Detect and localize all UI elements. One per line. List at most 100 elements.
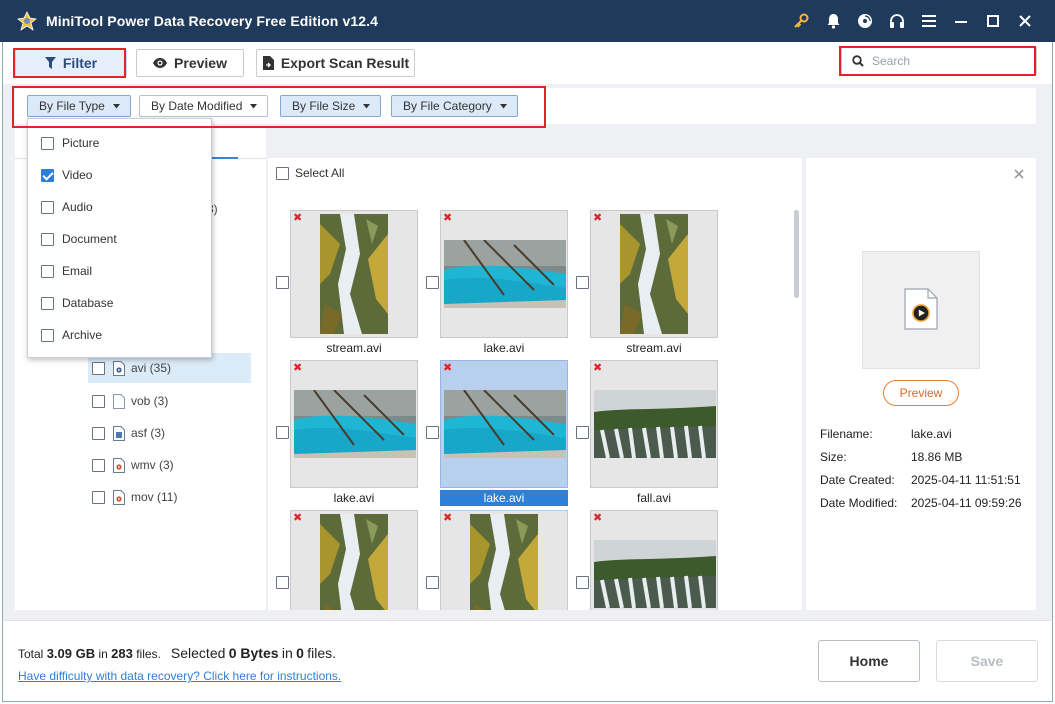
filter-by-file-size[interactable]: By File Size bbox=[280, 95, 382, 117]
file-thumbnail[interactable]: ✖ bbox=[268, 510, 418, 610]
file-checkbox[interactable] bbox=[426, 426, 439, 439]
thumbnail-frame[interactable]: ✖ bbox=[290, 510, 418, 610]
detail-value: 2025-04-11 09:59:26 bbox=[911, 496, 1022, 510]
tree-item-checkbox[interactable] bbox=[92, 490, 105, 504]
filter-by-file-type[interactable]: By File Type bbox=[27, 95, 131, 117]
key-icon[interactable] bbox=[785, 0, 817, 42]
tree-item-label: asf (3) bbox=[131, 426, 166, 440]
video-file-icon bbox=[113, 360, 125, 376]
file-checkbox[interactable] bbox=[576, 276, 589, 289]
export-scan-result-button[interactable]: Export Scan Result bbox=[256, 49, 415, 77]
maximize-icon[interactable] bbox=[977, 0, 1009, 42]
vertical-scrollbar[interactable] bbox=[794, 210, 799, 298]
file-checkbox[interactable] bbox=[426, 276, 439, 289]
preview-file-button[interactable]: Preview bbox=[883, 380, 959, 406]
tree-item-wmv[interactable]: wmv (3) bbox=[88, 450, 251, 480]
file-thumbnail[interactable]: ✖ lake.avi bbox=[418, 360, 568, 508]
thumbnail-image bbox=[444, 390, 566, 458]
thumbnail-frame[interactable]: ✖ bbox=[440, 360, 568, 488]
select-all[interactable]: Select All bbox=[276, 166, 344, 180]
selected-prefix: Selected bbox=[170, 645, 226, 661]
dropdown-item-picture[interactable]: Picture bbox=[41, 133, 99, 153]
filter-chip-label: By File Category bbox=[403, 99, 492, 113]
dropdown-checkbox[interactable] bbox=[41, 232, 54, 246]
filter-by-file-category[interactable]: By File Category bbox=[391, 95, 518, 117]
file-thumbnail[interactable]: ✖ stream.avi bbox=[568, 210, 718, 358]
thumbnail-frame[interactable]: ✖ bbox=[440, 210, 568, 338]
total-size: 3.09 GB bbox=[46, 646, 96, 661]
select-all-checkbox[interactable] bbox=[276, 166, 289, 180]
file-type-dropdown: Picture Video Audio Document Email Datab… bbox=[27, 118, 212, 358]
dropdown-checkbox[interactable] bbox=[41, 136, 54, 150]
menu-icon[interactable] bbox=[913, 0, 945, 42]
thumbnail-frame[interactable]: ✖ bbox=[440, 510, 568, 610]
file-name: fall.avi bbox=[636, 491, 671, 505]
headset-icon[interactable] bbox=[881, 0, 913, 42]
deleted-marker-icon: ✖ bbox=[443, 212, 453, 224]
thumbnail-grid: Select All ✖ stream.avi ✖ lake.avi ✖ stream.a… bbox=[268, 158, 802, 610]
search-box[interactable] bbox=[841, 47, 1037, 75]
file-name: lake.avi bbox=[333, 491, 375, 505]
thumbnail-frame[interactable]: ✖ bbox=[590, 210, 718, 338]
dropdown-item-document[interactable]: Document bbox=[41, 229, 117, 249]
file-thumbnail[interactable]: ✖ stream.avi bbox=[268, 210, 418, 358]
save-button[interactable]: Save bbox=[936, 640, 1038, 682]
dropdown-item-audio[interactable]: Audio bbox=[41, 197, 93, 217]
tree-item-checkbox[interactable] bbox=[92, 394, 105, 408]
preview-button[interactable]: Preview bbox=[136, 49, 244, 77]
thumbnail-image bbox=[594, 390, 716, 458]
dropdown-item-archive[interactable]: Archive bbox=[41, 325, 102, 345]
file-checkbox[interactable] bbox=[276, 576, 289, 589]
bell-icon[interactable] bbox=[817, 0, 849, 42]
tree-item-checkbox[interactable] bbox=[92, 458, 105, 472]
dropdown-checkbox[interactable] bbox=[41, 200, 54, 214]
file-thumbnail[interactable]: ✖ lake.avi bbox=[268, 360, 418, 508]
search-input[interactable] bbox=[872, 54, 1022, 68]
close-details-icon[interactable] bbox=[1014, 166, 1024, 182]
total-files: 283 bbox=[111, 646, 133, 661]
dropdown-item-database[interactable]: Database bbox=[41, 293, 113, 313]
tree-item-vob[interactable]: vob (3) bbox=[88, 386, 251, 416]
tree-item-label: mov (11) bbox=[131, 490, 178, 504]
files-word: files. bbox=[136, 647, 161, 661]
detail-key: Size: bbox=[820, 450, 847, 464]
thumbnail-image bbox=[320, 514, 388, 610]
disc-icon[interactable] bbox=[849, 0, 881, 42]
filter-chip-label: By File Size bbox=[292, 99, 356, 113]
thumbnail-frame[interactable]: ✖ bbox=[290, 210, 418, 338]
file-checkbox[interactable] bbox=[426, 576, 439, 589]
file-checkbox[interactable] bbox=[576, 576, 589, 589]
thumbnail-image bbox=[470, 514, 538, 610]
dropdown-item-email[interactable]: Email bbox=[41, 261, 92, 281]
tree-item-mov[interactable]: mov (11) bbox=[88, 482, 251, 512]
tree-item-checkbox[interactable] bbox=[92, 426, 105, 440]
minimize-icon[interactable] bbox=[945, 0, 977, 42]
file-thumbnail[interactable]: ✖ fall.avi bbox=[568, 360, 718, 508]
file-checkbox[interactable] bbox=[576, 426, 589, 439]
dropdown-item-video[interactable]: Video bbox=[41, 165, 92, 185]
thumbnail-frame[interactable]: ✖ bbox=[590, 510, 718, 610]
thumbnail-frame[interactable]: ✖ bbox=[590, 360, 718, 488]
close-icon[interactable] bbox=[1009, 0, 1041, 42]
file-thumbnail[interactable]: ✖ bbox=[568, 510, 718, 610]
file-checkbox[interactable] bbox=[276, 276, 289, 289]
file-icon bbox=[113, 393, 125, 409]
dropdown-checkbox[interactable] bbox=[41, 328, 54, 342]
dropdown-checkbox[interactable] bbox=[41, 168, 54, 182]
filter-by-date-modified[interactable]: By Date Modified bbox=[139, 95, 269, 117]
dropdown-checkbox[interactable] bbox=[41, 296, 54, 310]
help-link[interactable]: Have difficulty with data recovery? Clic… bbox=[18, 669, 341, 683]
tree-item-asf[interactable]: asf (3) bbox=[88, 418, 251, 448]
detail-key: Date Modified: bbox=[820, 496, 898, 510]
detail-value: 18.86 MB bbox=[911, 450, 963, 464]
thumbnail-frame[interactable]: ✖ bbox=[290, 360, 418, 488]
filter-button[interactable]: Filter bbox=[15, 49, 127, 77]
file-thumbnail[interactable]: ✖ lake.avi bbox=[418, 210, 568, 358]
funnel-icon bbox=[44, 57, 56, 69]
window-title: MiniTool Power Data Recovery Free Editio… bbox=[46, 13, 378, 29]
tree-item-checkbox[interactable] bbox=[92, 361, 105, 375]
file-thumbnail[interactable]: ✖ bbox=[418, 510, 568, 610]
home-button[interactable]: Home bbox=[818, 640, 920, 682]
file-checkbox[interactable] bbox=[276, 426, 289, 439]
dropdown-checkbox[interactable] bbox=[41, 264, 54, 278]
